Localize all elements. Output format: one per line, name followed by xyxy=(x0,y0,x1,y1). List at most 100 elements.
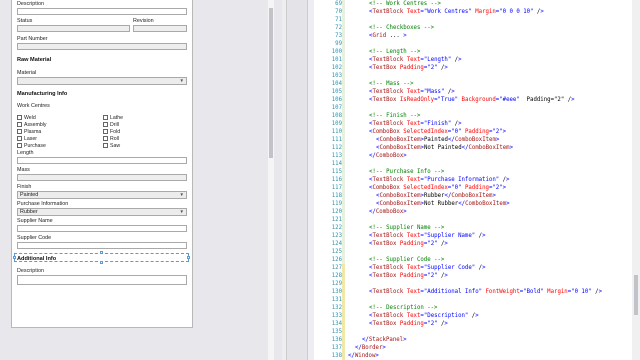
code-line[interactable]: </Window> xyxy=(348,352,379,360)
code-line[interactable]: <ComboBox SelectedIndex="0" Padding="2"> xyxy=(369,184,506,192)
code-editor[interactable]: 69 70 71 72 73 99 100 101 102 103 104 105 106 107 108 1… xyxy=(314,0,640,360)
checkbox-icon xyxy=(17,122,22,127)
code-line[interactable]: <!-- Mass --> xyxy=(369,80,414,88)
code-line[interactable]: </ComboBox> xyxy=(369,152,407,160)
code-line[interactable]: <!-- Checkboxes --> xyxy=(369,24,434,32)
line-number: 111 xyxy=(331,137,342,143)
code-line[interactable]: <TextBlock Text="Description" /> xyxy=(369,312,479,320)
line-number: 125 xyxy=(331,249,342,255)
supplier-name-field[interactable] xyxy=(17,225,187,232)
checkbox-drill[interactable]: Drill xyxy=(103,122,119,128)
line-number: 126 xyxy=(331,257,342,263)
checkbox-weld[interactable]: Weld xyxy=(17,115,36,121)
checkbox-saw[interactable]: Saw xyxy=(103,143,120,149)
scrollbar-thumb[interactable] xyxy=(269,8,273,158)
code-line[interactable]: <TextBox Padding="2" /> xyxy=(369,240,448,248)
resize-handle[interactable] xyxy=(100,251,103,254)
checkbox-purchase[interactable]: Purchase xyxy=(17,143,46,149)
checkbox-icon xyxy=(103,129,108,134)
code-line[interactable]: </Border> xyxy=(355,344,386,352)
resize-handle[interactable] xyxy=(100,261,103,264)
code-line[interactable]: <!-- Length --> xyxy=(369,48,420,56)
line-number: 71 xyxy=(335,17,342,23)
checkbox-lathe[interactable]: Lathe xyxy=(103,115,123,121)
purchase-combobox[interactable]: Rubber ▼ xyxy=(17,208,187,216)
revision-field[interactable] xyxy=(133,25,187,32)
length-label: Length xyxy=(17,150,34,156)
chevron-down-icon: ▼ xyxy=(179,192,184,197)
line-number: 109 xyxy=(331,121,342,127)
material-combobox[interactable]: ▼ xyxy=(17,77,187,85)
checkbox-plasma[interactable]: Plasma xyxy=(17,129,41,135)
code-line[interactable]: <TextBox Padding="2" /> xyxy=(369,320,448,328)
line-number: 105 xyxy=(331,89,342,95)
resize-handle[interactable] xyxy=(187,256,190,259)
checkbox-fold[interactable]: Fold xyxy=(103,129,120,135)
code-line[interactable]: <TextBlock Text="Work Centres" Margin="0… xyxy=(369,8,544,16)
code-line[interactable]: <TextBox Padding="2" /> xyxy=(369,64,448,72)
code-line[interactable]: </ComboBox> xyxy=(369,208,407,216)
line-number: 99 xyxy=(335,41,342,47)
manufacturing-info-heading: Manufacturing Info xyxy=(17,91,68,97)
supplier-name-label: Supplier Name xyxy=(17,218,53,224)
line-number: 131 xyxy=(331,297,342,303)
code-line[interactable]: <!-- Supplier Code --> xyxy=(369,256,444,264)
line-number: 123 xyxy=(331,233,342,239)
code-line[interactable]: <TextBox IsReadOnly="True" Background="#… xyxy=(369,96,575,104)
line-number: 127 xyxy=(331,265,342,271)
checkbox-icon xyxy=(17,136,22,141)
scrollbar-thumb[interactable] xyxy=(634,275,638,315)
code-line[interactable]: <Grid ... > xyxy=(369,32,407,40)
checkbox-assembly[interactable]: Assembly xyxy=(17,122,47,128)
checkbox-label: Weld xyxy=(24,115,36,121)
code-line[interactable]: <TextBlock Text="Purchase Information" /… xyxy=(369,176,509,184)
mass-field[interactable] xyxy=(17,174,187,181)
length-field[interactable] xyxy=(17,157,187,164)
line-number: 101 xyxy=(331,57,342,63)
line-number: 118 xyxy=(331,193,342,199)
description-top-field[interactable] xyxy=(17,8,187,15)
code-line[interactable]: <!-- Supplier Name --> xyxy=(369,224,444,232)
checkbox-roll[interactable]: Roll xyxy=(103,136,119,142)
code-line[interactable]: <TextBox Padding="2" /> xyxy=(369,272,448,280)
line-number: 134 xyxy=(331,321,342,327)
code-line[interactable]: <TextBlock Text="Supplier Code" /> xyxy=(369,264,486,272)
resize-handle[interactable] xyxy=(13,256,16,259)
line-number: 122 xyxy=(331,225,342,231)
chevron-down-icon: ▼ xyxy=(179,209,184,214)
description-field[interactable] xyxy=(17,275,187,285)
finish-label: Finish xyxy=(17,184,32,190)
code-line[interactable]: <!-- Work Centres --> xyxy=(369,0,441,8)
code-line[interactable]: <ComboBoxItem>Not Rubber</ComboBoxItem> xyxy=(376,200,510,208)
line-number: 133 xyxy=(331,313,342,319)
line-number: 106 xyxy=(331,97,342,103)
designer-vertical-scrollbar[interactable] xyxy=(268,0,274,360)
line-number: 69 xyxy=(335,1,342,7)
editor-vertical-scrollbar[interactable] xyxy=(632,0,640,360)
finish-combobox[interactable]: Painted ▼ xyxy=(17,191,187,199)
code-line[interactable]: <TextBlock Text="Supplier Name" /> xyxy=(369,232,486,240)
part-number-field[interactable] xyxy=(17,43,187,50)
code-line[interactable]: <!-- Description --> xyxy=(369,304,437,312)
checkbox-icon xyxy=(103,143,108,148)
supplier-code-field[interactable] xyxy=(17,242,187,249)
line-number: 70 xyxy=(335,9,342,15)
code-line[interactable]: <ComboBoxItem>Rubber</ComboBoxItem> xyxy=(376,192,496,200)
code-line[interactable]: <ComboBoxItem>Not Painted</ComboBoxItem> xyxy=(376,144,513,152)
code-line[interactable]: </StackPanel> xyxy=(362,336,407,344)
code-line[interactable]: <TextBlock Text="Mass" /> xyxy=(369,88,455,96)
line-number: 112 xyxy=(331,145,342,151)
checkbox-laser[interactable]: Laser xyxy=(17,136,37,142)
status-field[interactable] xyxy=(17,25,130,32)
code-line[interactable]: <!-- Purchase Info --> xyxy=(369,168,444,176)
code-line[interactable]: <ComboBox SelectedIndex="0" Padding="2"> xyxy=(369,128,506,136)
line-number: 72 xyxy=(335,25,342,31)
code-line[interactable]: <ComboBoxItem>Painted</ComboBoxItem> xyxy=(376,136,499,144)
checkbox-label: Purchase xyxy=(24,143,46,149)
code-line[interactable]: <!-- Finish --> xyxy=(369,112,420,120)
code-line[interactable]: <TextBlock Text="Additional Info" FontWe… xyxy=(369,288,602,296)
line-number: 129 xyxy=(331,281,342,287)
code-line[interactable]: <TextBlock Text="Length" /> xyxy=(369,56,462,64)
checkbox-label: Roll xyxy=(110,136,119,142)
code-line[interactable]: <TextBlock Text="Finish" /> xyxy=(369,120,462,128)
